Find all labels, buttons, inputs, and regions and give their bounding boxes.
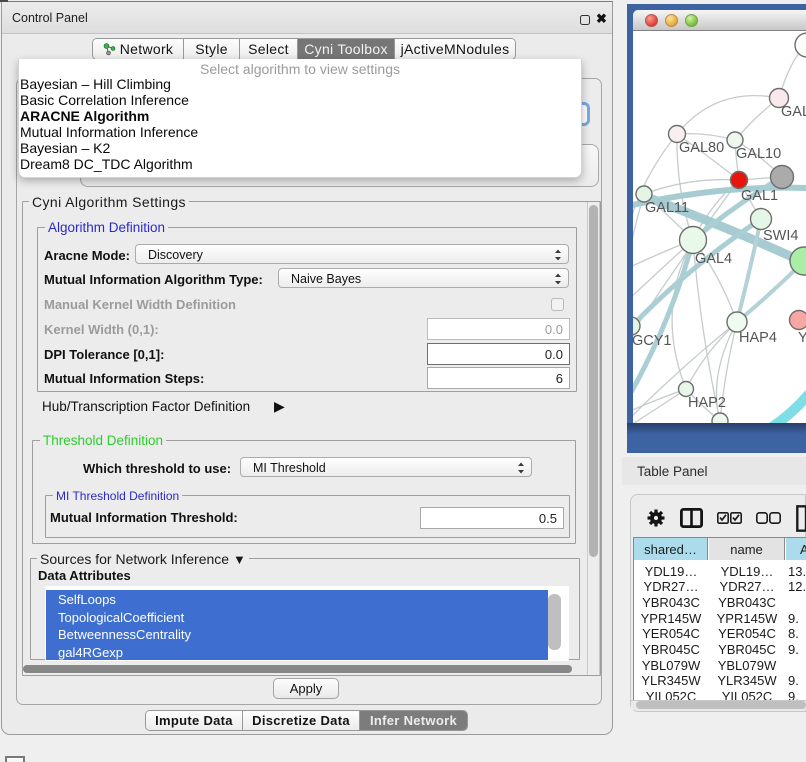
svg-text:SWI4: SWI4	[763, 228, 798, 244]
svg-text:GAL10: GAL10	[736, 146, 781, 162]
svg-text:GAL11: GAL11	[645, 200, 689, 216]
svg-text:HAP2: HAP2	[688, 395, 726, 411]
svg-text:GAL80: GAL80	[679, 140, 724, 156]
svg-text:GAL4: GAL4	[695, 251, 732, 267]
svg-text:GCY1: GCY1	[633, 333, 672, 349]
svg-text:GAL1: GAL1	[741, 188, 778, 204]
svg-text:YB: YB	[798, 330, 806, 346]
svg-text:HAP4: HAP4	[739, 330, 777, 346]
svg-text:GAL7: GAL7	[781, 104, 806, 120]
